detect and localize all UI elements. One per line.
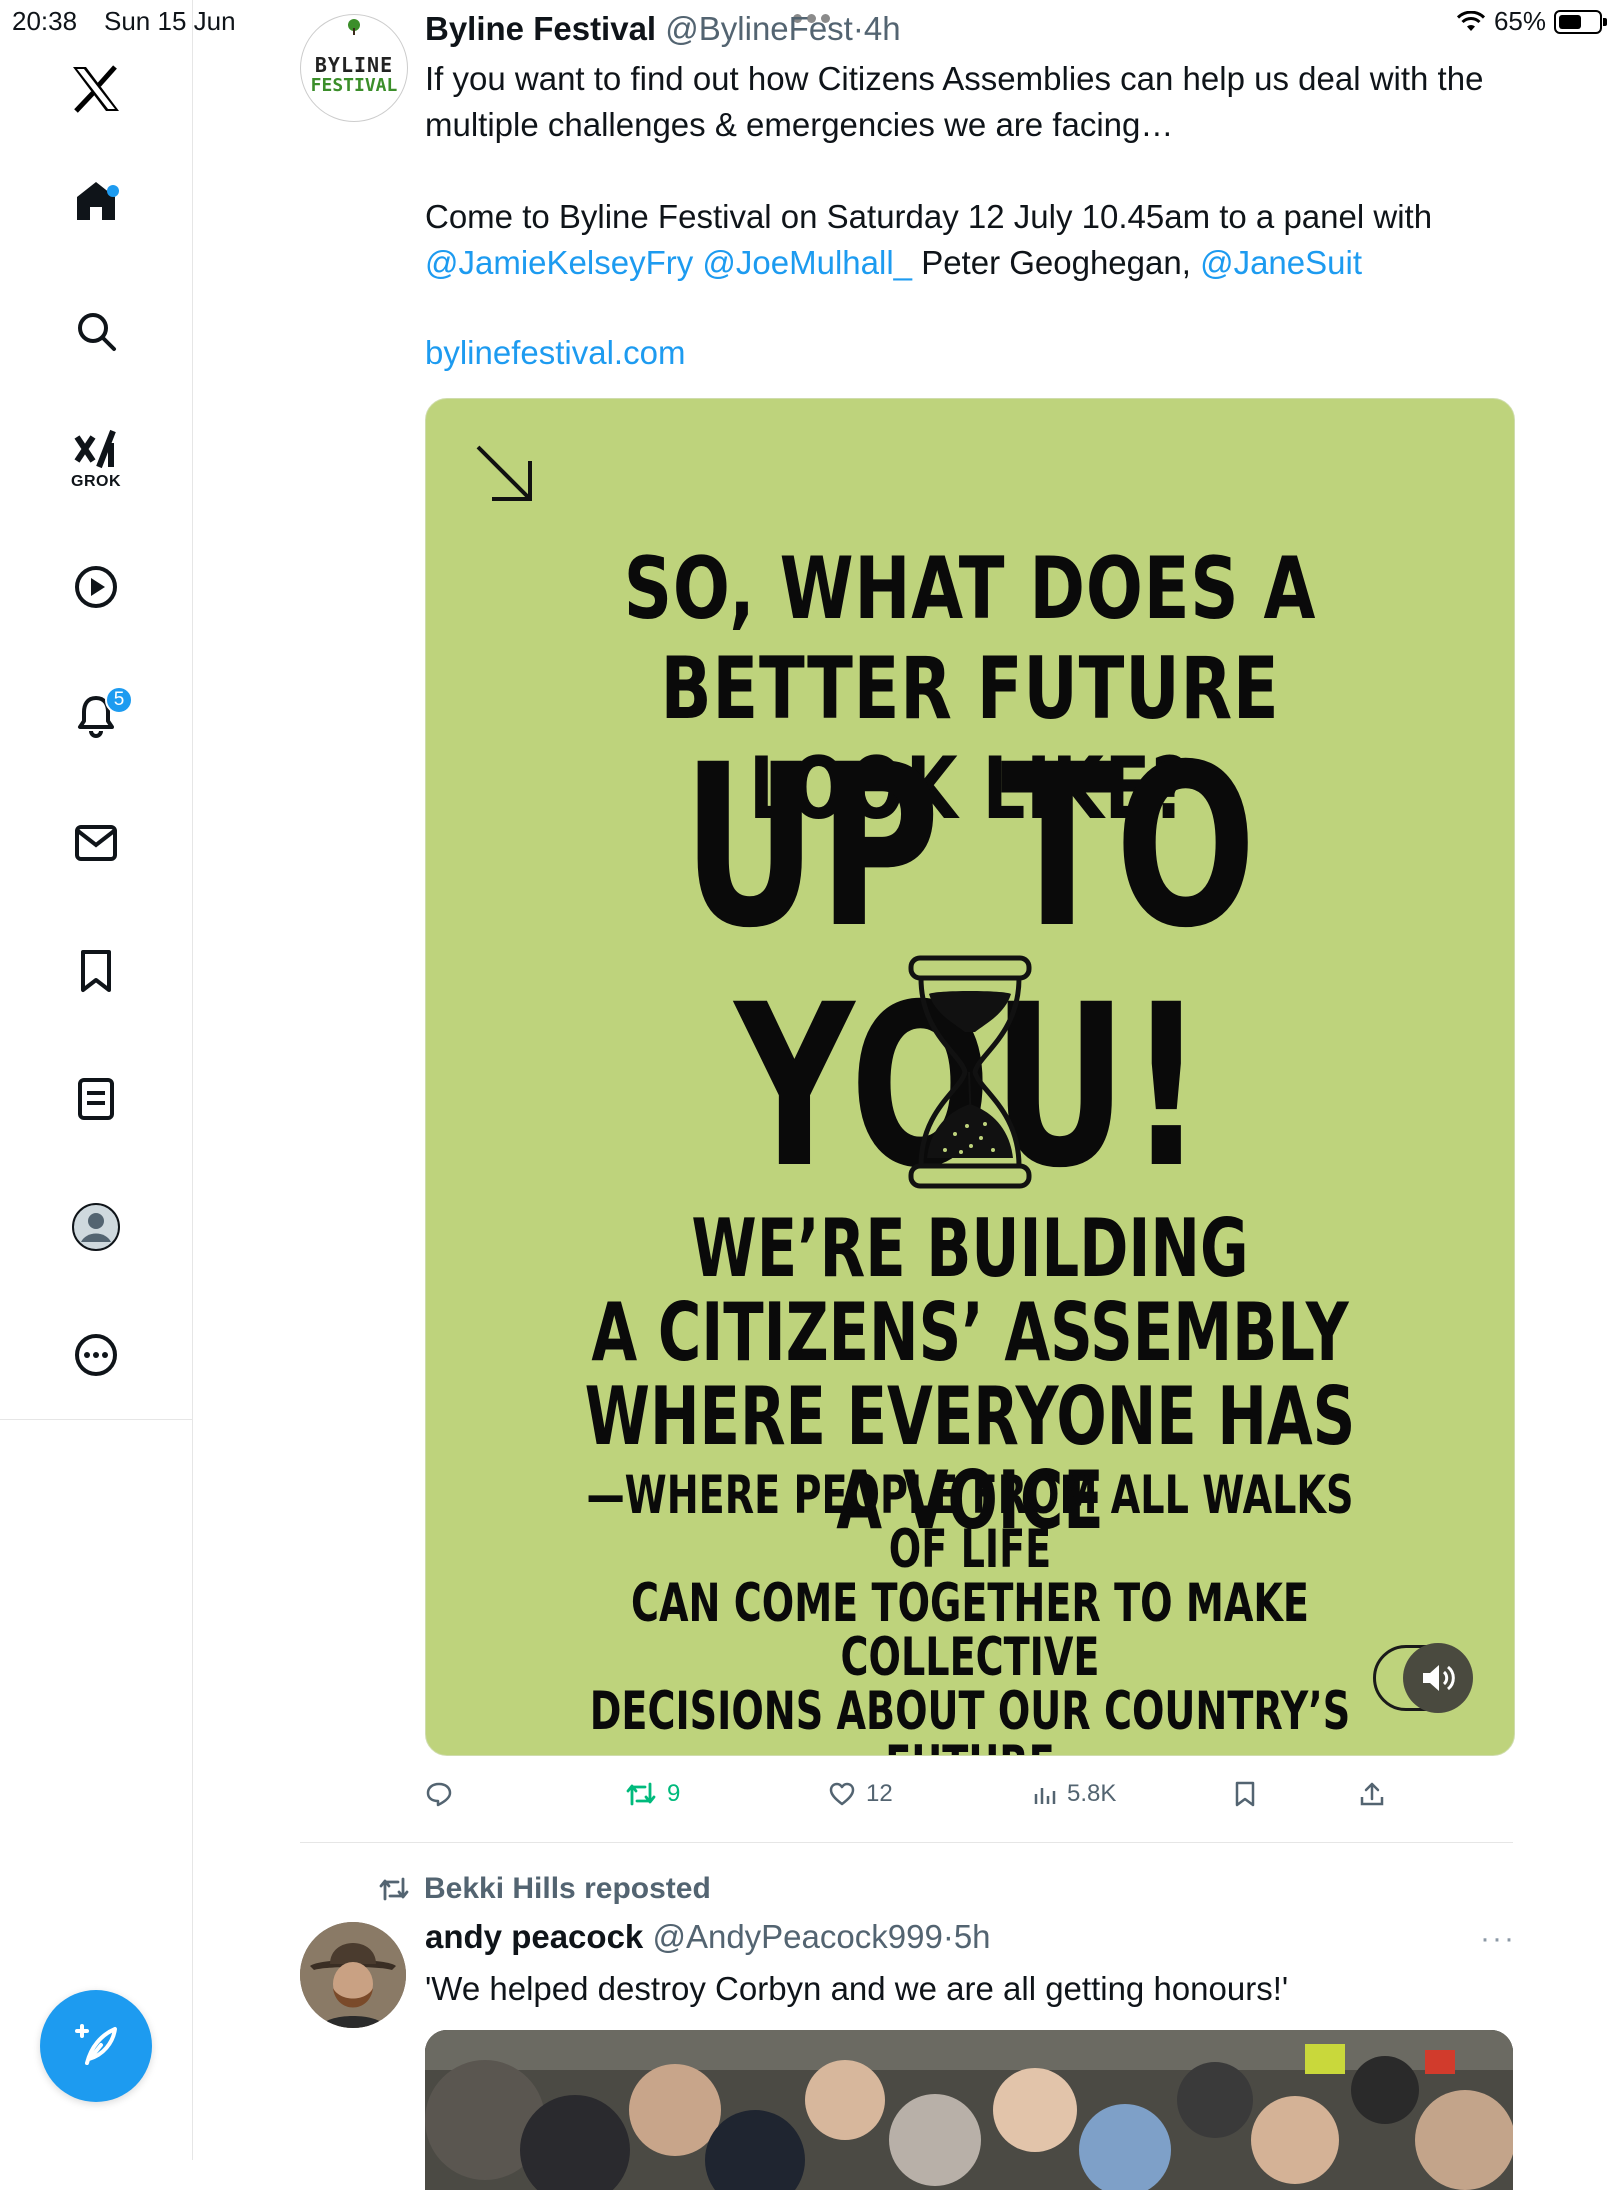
retweet-count: 9 (667, 1780, 681, 1807)
x-logo[interactable] (0, 44, 192, 134)
sidebar-item-grok[interactable]: GROK (0, 414, 192, 504)
tweet-text-line2-pre: Come to Byline Festival on Saturday 12 J… (425, 198, 1433, 235)
avatar-text-top: BYLINE (314, 53, 394, 77)
poster-small-line: CAN COME TOGETHER TO MAKE COLLECTIVE (631, 1573, 1309, 1688)
mention-link[interactable]: @JaneSuit (1200, 244, 1362, 281)
sidebar: GROK 5 (0, 0, 193, 2160)
avatar-photo (300, 1922, 406, 2028)
volume-toggle[interactable] (1373, 1643, 1475, 1713)
tweet-media[interactable] (425, 2030, 1513, 2190)
home-unread-dot (107, 185, 119, 197)
poster-small-line: —WHERE PEOPLE FROM ALL WALKS OF LIFE (586, 1465, 1354, 1580)
volume-button[interactable] (1403, 1643, 1473, 1713)
bookmark-button[interactable] (1233, 1776, 1257, 1812)
views-button[interactable]: 5.8K (1033, 1776, 1116, 1812)
tweet-divider (300, 1842, 1513, 1843)
views-count: 5.8K (1067, 1780, 1117, 1807)
tweet-time[interactable]: 4h (864, 10, 901, 47)
avatar-text-bottom: FESTIVAL (310, 75, 398, 96)
author-handle[interactable]: @AndyPeacock999 (652, 1918, 942, 1955)
hourglass-icon (908, 955, 1032, 1189)
analytics-icon (1034, 1788, 1056, 1804)
profile-icon (72, 1203, 120, 1251)
share-button[interactable] (1359, 1776, 1385, 1812)
sidebar-item-profile[interactable] (0, 1182, 192, 1272)
like-button[interactable]: 12 (828, 1776, 893, 1812)
plain-name: Peter Geoghegan, (921, 244, 1191, 281)
sidebar-item-home[interactable] (0, 156, 192, 246)
author-name[interactable]: Byline Festival (425, 10, 656, 47)
tweet-header: Byline Festival @BylineFest·4h (425, 10, 901, 48)
sidebar-item-notifications[interactable]: 5 (0, 670, 192, 760)
more-icon (75, 1334, 117, 1376)
bookmark-icon (81, 950, 111, 992)
crowd-photo (425, 2030, 1513, 2190)
tweet-text: If you want to find out how Citizens Ass… (425, 56, 1525, 286)
grok-icon (74, 429, 116, 469)
poster-small-line: DECISIONS ABOUT OUR COUNTRY’S FUTURE (589, 1681, 1351, 1756)
more-options-icon[interactable]: ··· (1480, 1922, 1516, 1956)
tweet-media[interactable]: SO, WHAT DOES A BETTER FUTURE LOOK LIKE?… (425, 398, 1515, 1756)
tweet-text-line2: Come to Byline Festival on Saturday 12 J… (425, 194, 1525, 286)
like-count: 12 (866, 1780, 893, 1807)
compose-button[interactable] (40, 1990, 152, 2102)
tweet-url-link[interactable]: bylinefestival.com (425, 334, 685, 372)
share-icon (1360, 1782, 1384, 1806)
grok-label: GROK (71, 473, 121, 490)
tree-logo-icon (348, 19, 360, 35)
poster-small-text: —WHERE PEOPLE FROM ALL WALKS OF LIFE CAN… (578, 1469, 1361, 1756)
tweet-time[interactable]: 5h (954, 1918, 991, 1955)
retweet-button[interactable]: 9 (625, 1776, 680, 1812)
poster-mid-line: WE’RE BUILDING (691, 1202, 1249, 1295)
search-icon (78, 313, 116, 351)
sidebar-item-more[interactable] (0, 1310, 192, 1400)
wifi-icon (1456, 10, 1486, 31)
sidebar-divider (0, 1419, 192, 1420)
poster-mid-line: A CITIZENS’ ASSEMBLY (591, 1286, 1349, 1379)
arrow-down-right-icon (476, 445, 532, 501)
retweet-icon (626, 1782, 656, 1806)
battery-percent: 65% (1493, 6, 1546, 36)
notifications-badge: 5 (105, 686, 133, 714)
compose-icon (75, 2024, 117, 2065)
battery-icon (1554, 9, 1607, 34)
status-right: 65% (1456, 6, 1607, 37)
heart-icon (829, 1782, 855, 1806)
x-logo-icon (73, 65, 119, 113)
tweet-text-line1: If you want to find out how Citizens Ass… (425, 60, 1484, 143)
tweet-text: 'We helped destroy Corbyn and we are all… (425, 1970, 1289, 2007)
speaker-icon (1423, 1665, 1455, 1691)
bookmark-icon (1235, 1781, 1255, 1807)
tweet-header: andy peacock @AndyPeacock999·5h (425, 1918, 991, 1956)
tweet-actions: 9 12 5.8K (425, 1776, 1513, 1812)
sidebar-item-video[interactable] (0, 542, 192, 632)
sidebar-item-bookmarks[interactable] (0, 926, 192, 1016)
list-icon (78, 1078, 114, 1120)
tweet-avatar[interactable]: BYLINE FESTIVAL (300, 14, 408, 122)
tweet-avatar[interactable] (300, 1922, 406, 2028)
play-icon (75, 566, 117, 608)
mention-link[interactable]: @JamieKelseyFry (425, 244, 693, 281)
sidebar-item-lists[interactable] (0, 1054, 192, 1144)
sidebar-item-search[interactable] (0, 286, 192, 376)
reply-icon (426, 1782, 452, 1807)
mention-link[interactable]: @JoeMulhall_ (702, 244, 912, 281)
repost-indicator[interactable]: Bekki Hills reposted (378, 1872, 711, 1906)
reply-button[interactable] (425, 1776, 453, 1812)
author-handle[interactable]: @BylineFest (665, 10, 853, 47)
separator-dot: · (852, 10, 864, 47)
retweet-icon (379, 1877, 409, 1901)
separator-dot: · (942, 1918, 954, 1955)
author-name[interactable]: andy peacock (425, 1918, 643, 1955)
sidebar-item-messages[interactable] (0, 798, 192, 888)
repost-label: Bekki Hills reposted (424, 1872, 711, 1905)
mail-icon (75, 825, 117, 861)
